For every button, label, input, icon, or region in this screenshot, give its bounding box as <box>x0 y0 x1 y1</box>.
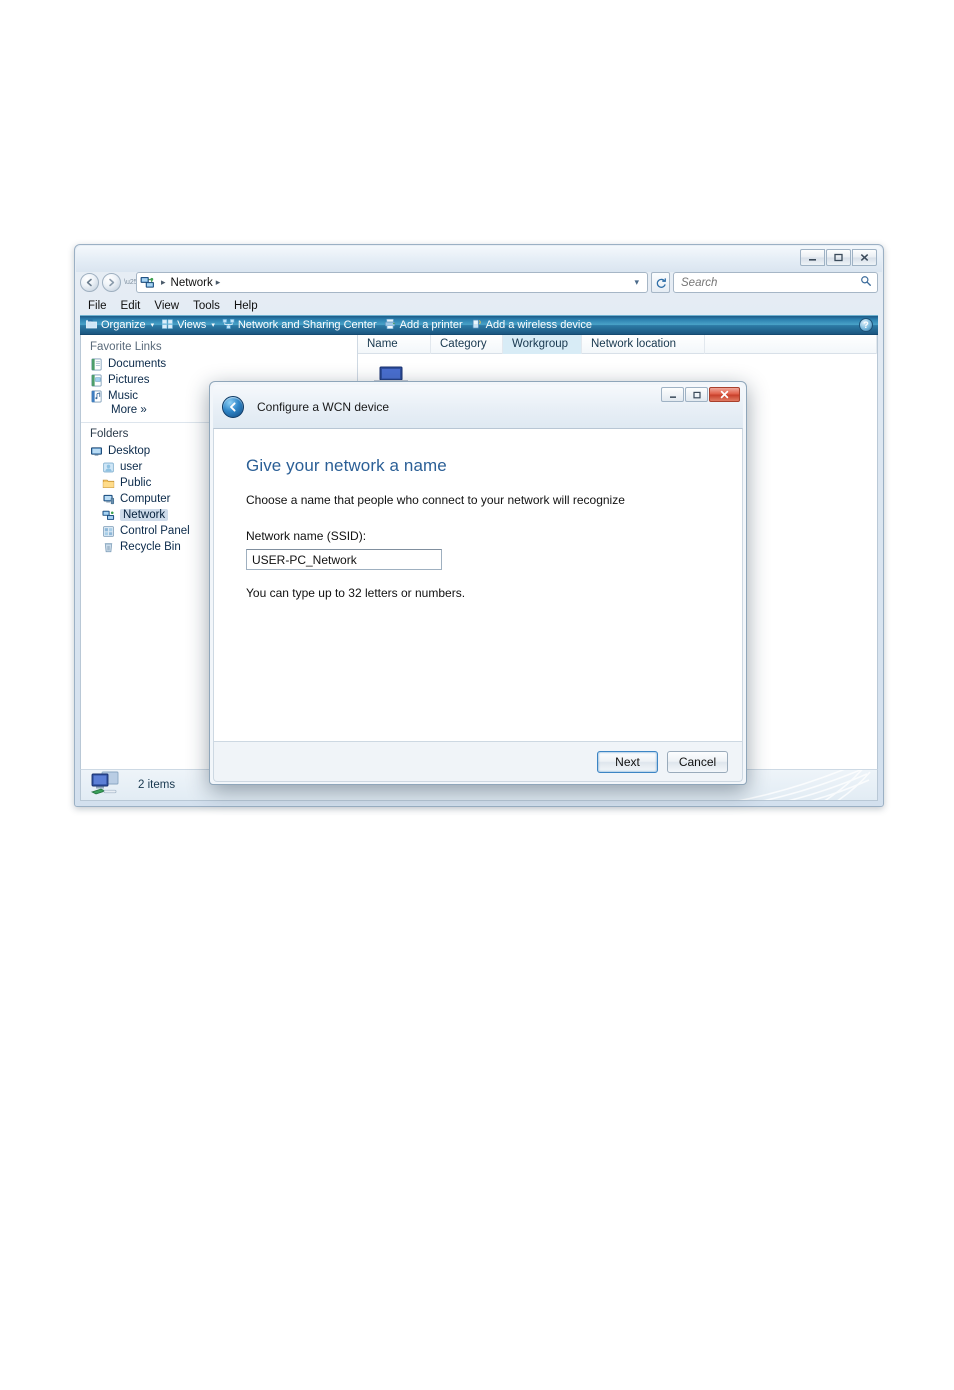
column-header-category[interactable]: Category <box>431 335 503 354</box>
address-dropdown-icon[interactable]: ▾ <box>629 277 644 288</box>
folders-header-label: Folders <box>90 428 129 440</box>
search-box[interactable] <box>673 272 878 293</box>
sidebar-label-network: Network <box>120 509 169 521</box>
sidebar-label-desktop: Desktop <box>108 445 151 457</box>
network-sharing-icon <box>222 318 235 333</box>
maximize-button[interactable] <box>826 249 851 266</box>
status-computer-network-icon <box>89 770 129 800</box>
network-icon <box>102 509 115 522</box>
dialog-footer: Next Cancel <box>213 742 743 782</box>
column-header-workgroup[interactable]: Workgroup <box>503 335 582 354</box>
ssid-input[interactable] <box>246 549 442 570</box>
add-printer-label: Add a printer <box>399 319 463 331</box>
cancel-button[interactable]: Cancel <box>667 750 728 773</box>
forward-button[interactable] <box>102 273 121 292</box>
dialog-titlebar: Configure a WCN device <box>213 385 743 428</box>
organize-label: Organize <box>101 319 146 331</box>
user-folder-icon <box>102 461 115 474</box>
menu-item-edit[interactable]: Edit <box>121 300 141 312</box>
wireless-device-icon <box>470 318 483 333</box>
menu-item-help[interactable]: Help <box>234 300 258 312</box>
network-icon <box>140 275 155 290</box>
dialog-back-button[interactable] <box>222 395 244 418</box>
views-button[interactable]: Views ▾ <box>161 318 215 333</box>
ssid-label: Network name (SSID): <box>246 529 367 543</box>
command-toolbar: Organize ▾ Views ▾ Network and Sharing C… <box>80 315 878 335</box>
dialog-window-controls <box>661 387 740 402</box>
chevron-down-icon: ▾ <box>211 322 215 329</box>
close-button[interactable] <box>852 249 877 266</box>
address-input[interactable]: ▸ Network ▸ ▾ <box>136 272 648 293</box>
breadcrumb-separator-root: ▸ <box>161 277 166 287</box>
recycle-bin-icon <box>102 541 115 554</box>
dialog-title: Configure a WCN device <box>257 399 390 414</box>
sidebar-label-control-panel: Control Panel <box>120 525 190 537</box>
control-panel-icon <box>102 525 115 538</box>
status-item-count: 2 items <box>138 779 176 791</box>
menu-bar: File Edit View Tools Help <box>80 297 878 315</box>
dialog-close-button[interactable] <box>709 387 740 402</box>
configure-wcn-device-dialog: Configure a WCN device Give your network… <box>209 381 747 785</box>
dialog-minimize-button[interactable] <box>661 387 684 402</box>
sidebar-label-computer: Computer <box>120 493 171 505</box>
documents-icon <box>90 358 103 371</box>
dialog-maximize-button[interactable] <box>685 387 708 402</box>
public-folder-icon <box>102 477 115 490</box>
add-wireless-device-label: Add a wireless device <box>485 319 592 331</box>
ssid-hint: You can type up to 32 letters or numbers… <box>246 586 466 600</box>
back-button[interactable] <box>80 273 99 292</box>
sidebar-label-recycle-bin: Recycle Bin <box>120 541 181 553</box>
search-icon <box>860 275 872 290</box>
more-chevron-icon: » <box>140 404 147 416</box>
dialog-subtext: Choose a name that people who connect to… <box>246 493 625 507</box>
breadcrumb-network[interactable]: Network <box>171 277 213 289</box>
sidebar-label-music: Music <box>108 390 139 402</box>
sidebar-label-user: user <box>120 461 143 473</box>
organize-icon <box>85 318 98 333</box>
dialog-content: Give your network a name Choose a name t… <box>213 428 743 742</box>
address-bar: \u25be ▸ Network ▸ ▾ <box>80 270 878 295</box>
views-icon <box>161 318 174 333</box>
pictures-icon <box>90 374 103 387</box>
column-header-name[interactable]: Name <box>358 335 431 354</box>
favorite-links-header: Favorite Links <box>90 341 162 353</box>
sidebar-label-public: Public <box>120 477 152 489</box>
column-header-spacer <box>705 335 877 354</box>
network-and-sharing-center-button[interactable]: Network and Sharing Center <box>222 318 377 333</box>
organize-button[interactable]: Organize ▾ <box>85 318 154 333</box>
views-label: Views <box>177 319 207 331</box>
sidebar-label-documents: Documents <box>108 358 167 370</box>
window-controls <box>800 249 877 266</box>
sidebar-item-documents[interactable]: Documents <box>81 356 357 372</box>
search-input[interactable] <box>679 275 860 290</box>
computer-icon <box>102 493 115 506</box>
dialog-heading: Give your network a name <box>246 456 447 475</box>
desktop-icon <box>90 445 103 458</box>
refresh-button[interactable] <box>651 272 670 293</box>
minimize-button[interactable] <box>800 249 825 266</box>
sidebar-label-pictures: Pictures <box>108 374 150 386</box>
add-a-printer-button[interactable]: Add a printer <box>384 318 463 333</box>
printer-icon <box>384 318 397 333</box>
more-label: More <box>111 404 138 416</box>
chevron-down-icon: ▾ <box>150 322 155 329</box>
column-header-network-location[interactable]: Network location <box>582 335 705 354</box>
music-icon <box>90 390 103 403</box>
network-sharing-label: Network and Sharing Center <box>237 319 377 331</box>
menu-item-file[interactable]: File <box>88 300 107 312</box>
next-button[interactable]: Next <box>597 750 658 773</box>
add-a-wireless-device-button[interactable]: Add a wireless device <box>470 318 592 333</box>
recent-pages-button[interactable]: \u25be <box>124 279 145 286</box>
menu-item-tools[interactable]: Tools <box>193 300 220 312</box>
help-button[interactable]: ? <box>859 318 873 332</box>
column-header-row: Name Category Workgroup Network location <box>358 335 877 354</box>
menu-item-view[interactable]: View <box>154 300 179 312</box>
breadcrumb-separator-end[interactable]: ▸ <box>216 277 221 288</box>
